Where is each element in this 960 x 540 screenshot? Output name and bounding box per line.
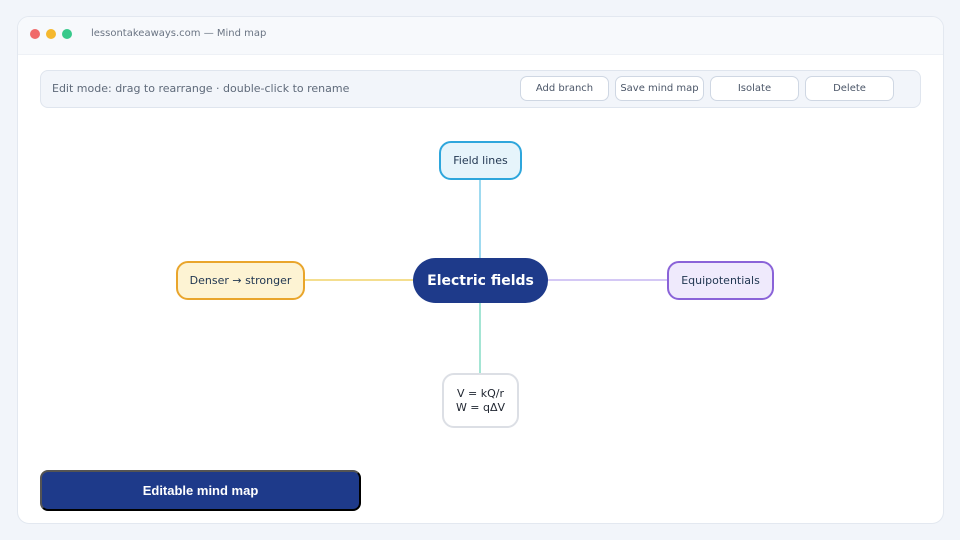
node-denser-stronger[interactable]: Denser → stronger [176,261,305,300]
node-formulas[interactable]: V = kQ/r W = qΔV [442,373,519,428]
formula-potential: V = kQ/r [457,386,504,400]
node-equipotentials[interactable]: Equipotentials [667,261,774,300]
formula-work: W = qΔV [455,400,506,414]
node-field-lines[interactable]: Field lines [439,141,522,180]
node-central-topic[interactable]: Electric fields [413,258,548,303]
editable-mind-map-button[interactable]: Editable mind map [40,470,361,511]
